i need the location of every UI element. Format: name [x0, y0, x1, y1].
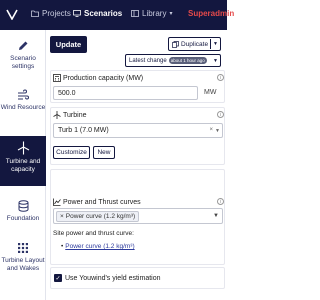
capacity-unit: MW	[204, 89, 217, 96]
new-turbine-button[interactable]: New	[93, 146, 115, 159]
capacity-section: Production capacity (MW) i 500.0 MW	[50, 70, 225, 103]
curves-label: Power and Thrust curves	[63, 198, 141, 206]
turbine-selected-value: Turb 1 (7.0 MW)	[58, 127, 109, 134]
duplicate-label: Duplicate	[181, 40, 209, 48]
turbine-section: Turbine i Turb 1 (7.0 MW) × ▼ Customize …	[50, 107, 225, 165]
sidebar-item-scenario-settings[interactable]: Scenario settings	[0, 40, 46, 82]
sidebar-item-label: Turbine Layout and Wakes	[1, 257, 45, 272]
nav-library[interactable]: Library ▾	[131, 9, 172, 18]
chevron-down-icon[interactable]: ▼	[213, 213, 219, 219]
app-logo-icon[interactable]	[6, 8, 18, 20]
yield-checkbox[interactable]: ✓	[54, 274, 62, 282]
curve-tag-label: Power curve (1.2 kg/m³)	[65, 212, 136, 220]
folder-icon	[31, 10, 39, 17]
wind-icon	[18, 89, 29, 100]
chevron-down-icon[interactable]: ▼	[215, 128, 220, 134]
split-divider	[210, 39, 211, 49]
turbine-label-group: Turbine	[53, 111, 86, 119]
turbine-label: Turbine	[63, 111, 87, 119]
nav-scenarios-label: Scenarios	[84, 9, 123, 18]
info-icon[interactable]: i	[217, 111, 224, 118]
database-icon	[18, 200, 28, 212]
chevron-down-icon: ▼	[213, 58, 218, 64]
site-curve-item: • Power curve (1.2 kg/m³)	[61, 243, 135, 250]
sidebar-item-label: Wind Resource	[0, 104, 46, 111]
pencil-icon	[19, 41, 28, 50]
info-icon[interactable]: i	[217, 198, 224, 205]
chevron-down-icon[interactable]: ▼	[213, 41, 218, 47]
sidebar: Scenario settings Wind Resource Turbine …	[0, 30, 46, 300]
customize-button[interactable]: Customize	[53, 146, 90, 159]
curves-select[interactable]: × Power curve (1.2 kg/m³) ▼	[53, 208, 223, 224]
time-badge: about 1 hour ago	[168, 57, 207, 64]
info-icon[interactable]: i	[217, 74, 224, 81]
nav-scenarios[interactable]: Scenarios	[73, 9, 122, 18]
grid-icon	[18, 243, 28, 253]
monitor-icon	[73, 10, 81, 17]
nav-library-label: Library	[142, 9, 167, 18]
chevron-down-icon: ▾	[169, 11, 173, 17]
yield-label: Use Youwind's yield estimation	[65, 275, 161, 282]
latest-change-dropdown[interactable]: Latest change about 1 hour ago ▼	[125, 54, 221, 67]
curves-section: Power and Thrust curves i × Power curve …	[50, 169, 225, 265]
capacity-input[interactable]: 500.0	[53, 86, 198, 100]
sidebar-item-label: Foundation	[6, 215, 40, 222]
nav-projects-label: Projects	[42, 9, 71, 18]
calculator-icon	[53, 74, 61, 82]
main-panel: Update Duplicate ▼ Latest change about 1…	[46, 30, 227, 300]
sidebar-item-wind-resource[interactable]: Wind Resource	[0, 89, 46, 131]
library-icon	[131, 10, 139, 17]
sidebar-item-label: Turbine and capacity	[5, 158, 41, 173]
capacity-label: Production capacity (MW)	[63, 74, 144, 82]
remove-tag-icon[interactable]: ×	[60, 213, 64, 220]
clear-icon[interactable]: ×	[209, 127, 213, 133]
yield-section: ✓ Use Youwind's yield estimation	[50, 267, 225, 289]
sidebar-item-turbine-layout[interactable]: Turbine Layout and Wakes	[0, 242, 46, 292]
duplicate-button[interactable]: Duplicate ▼	[168, 37, 221, 51]
copy-icon	[172, 40, 179, 48]
top-navigation-bar: Projects Scenarios Library ▾ Superadmin	[0, 0, 234, 30]
curve-tag: × Power curve (1.2 kg/m³)	[56, 210, 140, 222]
chart-line-icon	[53, 198, 61, 206]
turbine-icon	[53, 111, 61, 119]
turbine-icon	[17, 141, 29, 155]
sidebar-item-turbine-and-capacity[interactable]: Turbine and capacity	[0, 136, 46, 186]
capacity-label-group: Production capacity (MW)	[53, 74, 143, 82]
site-curve-label: Site power and thrust curve:	[53, 230, 134, 237]
latest-change-label: Latest change	[129, 57, 167, 64]
user-menu[interactable]: Superadmin	[188, 9, 234, 18]
bullet: •	[61, 243, 64, 250]
sidebar-item-foundation[interactable]: Foundation	[0, 200, 46, 230]
site-curve-link[interactable]: Power curve (1.2 kg/m³)	[65, 243, 134, 250]
nav-projects[interactable]: Projects	[31, 9, 71, 18]
turbine-select[interactable]: Turb 1 (7.0 MW) × ▼	[53, 123, 223, 138]
sidebar-item-label: Scenario settings	[10, 55, 36, 70]
curves-label-group: Power and Thrust curves	[53, 198, 141, 206]
update-button[interactable]: Update	[50, 36, 87, 53]
